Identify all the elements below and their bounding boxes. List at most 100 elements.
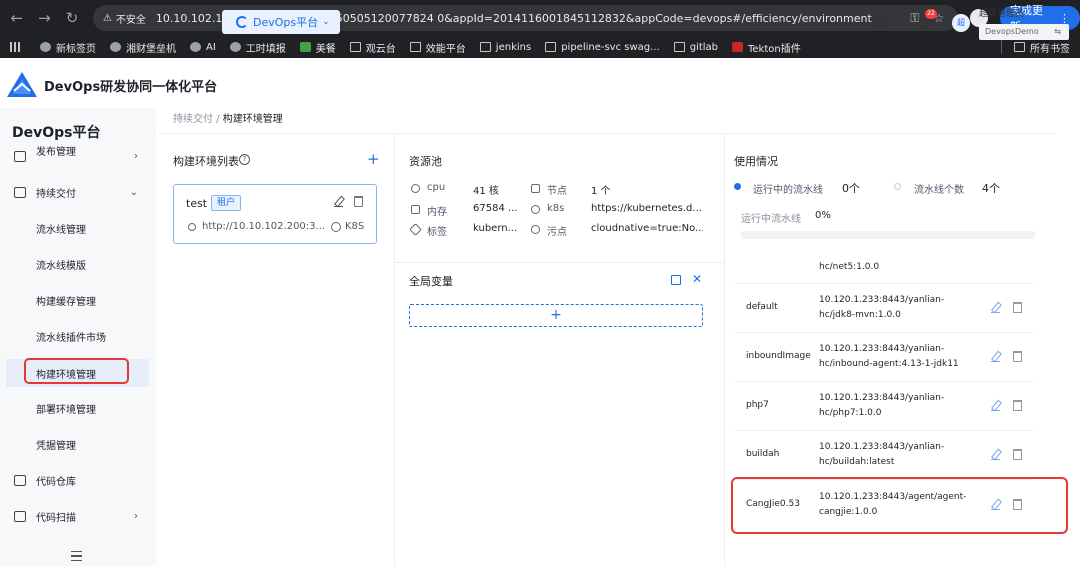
avatar[interactable]: 超 — [952, 14, 970, 32]
usage-progress-bar — [741, 231, 1035, 239]
bookmark-item[interactable]: AI — [190, 42, 216, 53]
tekton-icon — [732, 42, 743, 52]
message-icon[interactable] — [873, 15, 887, 27]
count-value: 4个 — [982, 182, 1000, 195]
collapse-menu-icon[interactable] — [71, 551, 82, 561]
platform-label: DevOps平台 — [253, 16, 319, 29]
column-divider — [724, 134, 725, 566]
sidebar-item-deploy-env[interactable]: 部署环境管理 — [0, 395, 156, 421]
save-icon[interactable] — [671, 275, 681, 285]
res-key: 内存 — [427, 207, 447, 218]
image-name: inboundImage — [746, 351, 811, 361]
bookmark-item[interactable]: 工时填报 — [229, 40, 286, 55]
res-key: 标签 — [427, 227, 447, 238]
tenant-tag: 租户 — [211, 195, 242, 211]
env-url: http://10.10.102.200:3... — [202, 221, 326, 232]
env-card[interactable]: test 租户 http://10.10.102.200:3... K8S — [173, 184, 377, 244]
node-icon — [531, 184, 540, 193]
add-env-button[interactable]: + — [367, 150, 380, 168]
resource-pool-title: 资源池 — [409, 155, 442, 168]
folder-icon — [349, 42, 361, 52]
edit-icon[interactable] — [991, 451, 1000, 460]
pro-icon — [229, 42, 241, 52]
scan-icon — [14, 510, 26, 522]
location-icon — [188, 223, 196, 231]
table-row[interactable]: php7 10.120.1.233:8443/yanlian-hc/php7:1… — [735, 382, 1033, 431]
tenant-name: DevopsDemo — [985, 27, 1039, 36]
ai-icon — [190, 42, 201, 52]
res-key: 污点 — [547, 227, 567, 238]
edit-icon[interactable] — [991, 402, 1000, 411]
res-value: kubern... — [473, 223, 518, 234]
usage-title: 使用情况 — [734, 155, 778, 168]
breadcrumb-parent[interactable]: 持续交付 / — [173, 114, 223, 125]
back-icon[interactable]: ← — [6, 7, 28, 29]
sidebar-title: DevOps平台 — [12, 125, 101, 141]
env-list-title: 构建环境列表 — [173, 155, 239, 168]
res-value: 1 个 — [591, 186, 611, 197]
k8s-icon — [331, 222, 341, 232]
table-row[interactable]: hc/net5:1.0.0 — [735, 246, 1033, 284]
tenant-selector[interactable]: DevopsDemo ⇆ — [979, 24, 1069, 40]
sidebar-item-code-repo[interactable]: 代码仓库 — [0, 467, 156, 493]
bookmark-item[interactable]: 美餐 — [299, 40, 336, 55]
sidebar-item-code-scan[interactable]: 代码扫描 › — [0, 503, 156, 529]
res-value: 41 核 — [473, 186, 499, 197]
delete-icon[interactable] — [354, 196, 363, 207]
env-type: K8S — [345, 221, 365, 232]
image-address: 10.120.1.233:8443/yanlian-hc/jdk8-mvn:1.… — [819, 295, 945, 320]
forward-icon[interactable]: → — [34, 7, 56, 29]
highlight-annotation — [24, 358, 129, 384]
help-icon[interactable]: ? — [239, 154, 250, 165]
bookmark-folder[interactable]: jenkins — [479, 42, 531, 53]
devops-logo-icon — [7, 72, 37, 97]
table-row[interactable]: buildah 10.120.1.233:8443/yanlian-hc/bui… — [735, 431, 1033, 480]
image-address: 10.120.1.233:8443/yanlian-hc/inbound-age… — [819, 344, 959, 369]
bookmark-item[interactable]: 新标签页 — [40, 40, 96, 55]
close-icon[interactable]: ✕ — [692, 272, 702, 286]
globe-icon — [110, 42, 121, 52]
bookmark-item[interactable]: 湘财堡垒机 — [110, 40, 176, 55]
res-value: cloudnative=true:No... — [591, 223, 703, 234]
sidebar-item-plugin-market[interactable]: 流水线插件市场 — [0, 323, 156, 349]
delete-icon[interactable] — [1013, 351, 1022, 362]
bookmark-folder[interactable]: pipeline-svc swag... — [545, 42, 660, 53]
add-variable-button[interactable]: + — [409, 304, 703, 327]
sidebar-item-continuous-delivery[interactable]: 持续交付 ⌄ — [0, 179, 156, 205]
cpu-icon — [411, 184, 420, 193]
sidebar-item-pipeline-template[interactable]: 流水线模版 — [0, 251, 156, 277]
apps-icon[interactable] — [10, 42, 26, 52]
user-role: 超级管理员 — [979, 9, 1025, 19]
bookmark-separator — [1001, 40, 1002, 54]
edit-icon[interactable] — [991, 304, 1000, 313]
swap-icon: ⇆ — [1054, 27, 1061, 36]
all-bookmarks[interactable]: 所有书签 — [1014, 40, 1070, 55]
folder-icon — [409, 42, 421, 52]
sidebar-item-build-cache[interactable]: 构建缓存管理 — [0, 287, 156, 313]
res-value: https://kubernetes.d... — [591, 203, 702, 214]
edit-icon[interactable] — [991, 353, 1000, 362]
delete-icon[interactable] — [1013, 302, 1022, 313]
delete-icon[interactable] — [1013, 449, 1022, 460]
chevron-down-icon: ⌄ — [129, 186, 138, 198]
sidebar-item-release[interactable]: 发布管理 › — [0, 146, 156, 166]
sidebar-item-pipeline-manage[interactable]: 流水线管理 — [0, 215, 156, 241]
k8s-icon — [531, 205, 540, 214]
table-row[interactable]: inboundImage 10.120.1.233:8443/yanlian-h… — [735, 333, 1033, 382]
running-value: 0个 — [842, 182, 860, 195]
platform-switch-dropdown[interactable]: DevOps平台 ⌄ — [222, 10, 340, 34]
bookmark-item[interactable]: Tekton插件 — [732, 40, 801, 55]
chevron-down-icon: ⌄ — [322, 17, 330, 27]
reload-icon[interactable]: ↻ — [61, 7, 83, 29]
edit-icon[interactable] — [334, 198, 343, 207]
release-icon — [14, 150, 26, 162]
count-label: 流水线个数 — [914, 185, 964, 196]
bookmark-folder[interactable]: 观云台 — [349, 40, 396, 55]
chevron-right-icon: › — [134, 510, 138, 522]
bookmark-folder[interactable]: gitlab — [673, 42, 718, 53]
sidebar-item-credentials[interactable]: 凭据管理 — [0, 431, 156, 457]
bookmark-folder[interactable]: 效能平台 — [409, 40, 466, 55]
table-row[interactable]: default 10.120.1.233:8443/yanlian-hc/jdk… — [735, 284, 1033, 333]
delete-icon[interactable] — [1013, 400, 1022, 411]
folder-icon — [479, 42, 491, 52]
